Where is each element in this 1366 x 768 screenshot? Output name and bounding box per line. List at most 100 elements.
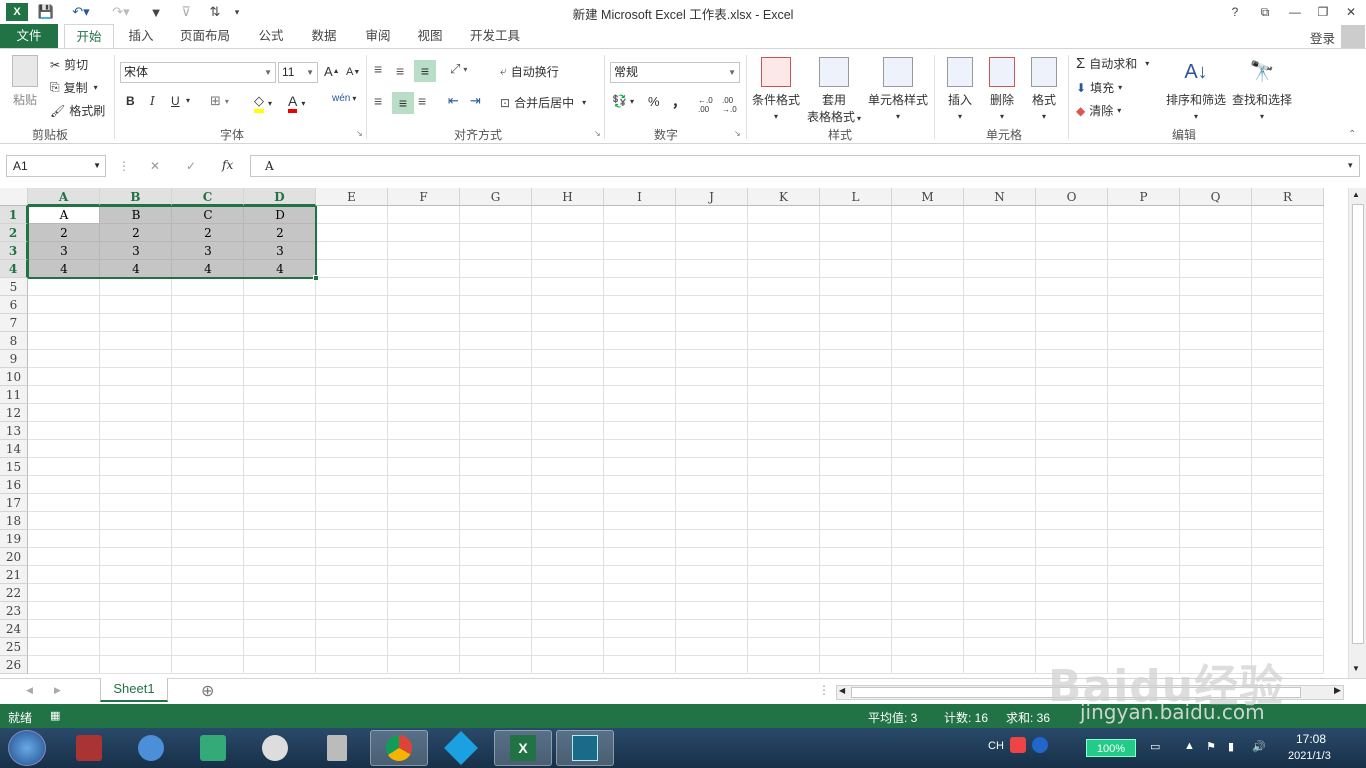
cell-b1[interactable]: B [100, 206, 172, 224]
cell-c4[interactable]: 4 [172, 260, 244, 278]
row-header-7[interactable]: 7 [0, 314, 28, 332]
orientation-icon[interactable]: ⤢ ▾ [450, 61, 467, 77]
column-header-i[interactable]: I [604, 188, 676, 206]
language-indicator[interactable]: CH [988, 740, 1004, 752]
column-header-n[interactable]: N [964, 188, 1036, 206]
shrink-font-icon[interactable]: A ▼ [346, 66, 360, 78]
alignment-dialog-launcher-icon[interactable]: ↘ [594, 129, 601, 138]
increase-indent-icon[interactable]: ⇥ [470, 93, 481, 109]
row-header-19[interactable]: 19 [0, 530, 28, 548]
copy-button[interactable]: ⎘ 复制 ▾ [50, 79, 98, 96]
prev-sheet-icon[interactable]: ◀ [26, 685, 33, 696]
row-header-2[interactable]: 2 [0, 224, 28, 242]
row-header-22[interactable]: 22 [0, 584, 28, 602]
network-tray-icon[interactable]: ▮ [1228, 740, 1234, 753]
cell-a2[interactable]: 2 [28, 224, 100, 242]
align-left-icon[interactable]: ≡ [374, 93, 382, 109]
column-header-d[interactable]: D [244, 188, 316, 206]
cut-button[interactable]: ✂ 剪切 [50, 56, 88, 73]
maximize-button[interactable]: ❐ [1308, 0, 1338, 24]
italic-button[interactable]: I [150, 94, 155, 108]
tab-file[interactable]: 文件 [0, 24, 58, 49]
taskbar-calculator-icon[interactable] [308, 730, 366, 766]
taskbar-excel-icon[interactable]: X [494, 730, 552, 766]
copy-dropdown-icon[interactable]: ▾ [94, 83, 98, 92]
underline-dropdown-icon[interactable]: ▾ [186, 96, 190, 105]
column-header-j[interactable]: J [676, 188, 748, 206]
column-header-r[interactable]: R [1252, 188, 1324, 206]
enter-icon[interactable]: ✓ [186, 159, 196, 173]
taskbar-app-icon[interactable] [432, 730, 490, 766]
undo-icon[interactable]: ↶▾ [66, 2, 96, 22]
font-color-icon[interactable]: A ▾ [288, 93, 305, 113]
redo-icon[interactable]: ↷▾ [106, 2, 136, 22]
decrease-indent-icon[interactable]: ⇤ [448, 93, 459, 109]
delete-cells-button[interactable]: 删除 ▾ [982, 57, 1022, 122]
taskbar-control-panel-icon[interactable] [184, 730, 242, 766]
filter-icon[interactable]: ▼ [146, 2, 166, 22]
fill-handle[interactable] [313, 275, 319, 281]
select-all-corner[interactable] [0, 188, 28, 206]
middle-align-icon[interactable]: ≡ [396, 63, 404, 79]
split-handle-icon[interactable]: ⋮ [818, 683, 830, 697]
comma-button[interactable]: ， [672, 92, 686, 112]
taskbar-screenshot-icon[interactable] [556, 730, 614, 766]
cell-d1[interactable]: D [244, 206, 316, 224]
column-header-b[interactable]: B [100, 188, 172, 206]
font-size-select[interactable]: 11 ▼ [278, 62, 318, 83]
more-options-icon[interactable]: ⋮ [118, 159, 130, 173]
name-box[interactable]: A1 ▼ [6, 155, 106, 177]
autosum-button[interactable]: Σ 自动求和 ▾ [1076, 55, 1149, 72]
cell-styles-button[interactable]: 单元格样式 ▾ [866, 57, 930, 122]
border-icon[interactable]: ⊞ ▾ [210, 93, 229, 109]
row-header-6[interactable]: 6 [0, 296, 28, 314]
clear-button[interactable]: ◆ 清除 ▾ [1076, 102, 1121, 119]
clear-filter-icon[interactable]: ⊽ [176, 2, 196, 22]
macro-record-icon[interactable]: ▦ [50, 709, 60, 722]
wrap-text-button[interactable]: ⤶ 自动换行 [500, 63, 559, 80]
cell-b4[interactable]: 4 [100, 260, 172, 278]
minimize-button[interactable]: — [1280, 0, 1310, 24]
column-header-c[interactable]: C [172, 188, 244, 206]
underline-button[interactable]: U [171, 94, 180, 108]
close-button[interactable]: ✕ [1336, 0, 1366, 24]
merge-center-button[interactable]: ⊡ 合并后居中 ▾ [500, 94, 586, 111]
tab-page-layout[interactable]: 页面布局 [172, 24, 238, 49]
font-name-select[interactable]: 宋体 ▼ [120, 62, 276, 83]
column-header-m[interactable]: M [892, 188, 964, 206]
save-icon[interactable]: 💾 [36, 2, 56, 22]
top-align-icon[interactable]: ≡ [374, 61, 382, 77]
tab-developer[interactable]: 开发工具 [462, 24, 528, 49]
insert-cells-button[interactable]: 插入 ▾ [940, 57, 980, 122]
phonetic-icon[interactable]: wén ▾ [332, 93, 356, 104]
tab-insert[interactable]: 插入 [120, 24, 162, 49]
align-right-icon[interactable]: ≡ [418, 93, 426, 109]
tab-review[interactable]: 审阅 [356, 24, 400, 49]
taskbar-winrar-icon[interactable] [60, 730, 118, 766]
insert-function-icon[interactable]: fx [222, 158, 233, 172]
volume-icon[interactable]: 🔊 [1252, 740, 1266, 753]
fill-button[interactable]: ⬇ 填充 ▾ [1076, 79, 1122, 96]
column-header-k[interactable]: K [748, 188, 820, 206]
column-header-h[interactable]: H [532, 188, 604, 206]
row-header-3[interactable]: 3 [0, 242, 28, 260]
tab-data[interactable]: 数据 [302, 24, 346, 49]
cell-d2[interactable]: 2 [244, 224, 316, 242]
input-method-icon[interactable] [1010, 737, 1026, 753]
next-sheet-icon[interactable]: ▶ [54, 685, 61, 696]
row-header-16[interactable]: 16 [0, 476, 28, 494]
sort-filter-button[interactable]: A↓ 排序和筛选 ▾ [1164, 57, 1228, 122]
cell-c2[interactable]: 2 [172, 224, 244, 242]
vertical-scrollbar[interactable]: ▲ ▼ [1348, 188, 1366, 678]
tab-view[interactable]: 视图 [408, 24, 452, 49]
grow-font-icon[interactable]: A ▲ [324, 64, 340, 79]
increase-decimal-button[interactable]: ←.0.00 [698, 96, 713, 114]
taskbar-chrome-icon[interactable] [370, 730, 428, 766]
ribbon-display-button[interactable]: ⧉ [1250, 0, 1280, 24]
number-dialog-launcher-icon[interactable]: ↘ [734, 129, 741, 138]
row-header-13[interactable]: 13 [0, 422, 28, 440]
cell-d4[interactable]: 4 [244, 260, 316, 278]
row-header-1[interactable]: 1 [0, 206, 28, 224]
find-select-button[interactable]: 🔭 查找和选择 ▾ [1230, 57, 1294, 122]
help-tray-icon[interactable] [1032, 737, 1048, 753]
